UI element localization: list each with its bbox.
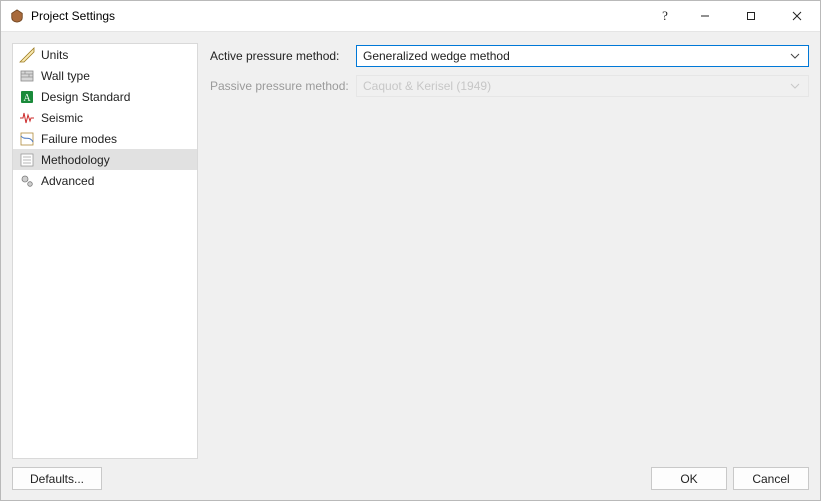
active-pressure-combo[interactable]: Generalized wedge method: [356, 45, 809, 67]
category-sidebar: Units Wall type A Design Standard: [12, 43, 198, 459]
app-icon: [9, 8, 25, 24]
cancel-button[interactable]: Cancel: [733, 467, 809, 490]
button-label: OK: [680, 472, 697, 486]
standard-icon: A: [19, 89, 35, 105]
button-label: Cancel: [752, 472, 789, 486]
sidebar-item-label: Advanced: [41, 174, 94, 188]
close-button[interactable]: [774, 1, 820, 31]
ok-button[interactable]: OK: [651, 467, 727, 490]
form-panel: Active pressure method: Generalized wedg…: [210, 43, 809, 459]
passive-pressure-row: Passive pressure method: Caquot & Kerise…: [210, 75, 809, 97]
methodology-icon: [19, 152, 35, 168]
sidebar-item-label: Methodology: [41, 153, 110, 167]
sidebar-item-label: Units: [41, 48, 68, 62]
svg-text:?: ?: [662, 9, 668, 23]
combo-value: Caquot & Kerisel (1949): [363, 79, 788, 93]
dialog-footer: Defaults... OK Cancel: [12, 467, 809, 490]
dialog-body: Units Wall type A Design Standard: [1, 32, 820, 500]
project-settings-window: Project Settings ? Units: [0, 0, 821, 501]
passive-pressure-combo: Caquot & Kerisel (1949): [356, 75, 809, 97]
titlebar: Project Settings ?: [1, 1, 820, 32]
sidebar-item-label: Failure modes: [41, 132, 117, 146]
gears-icon: [19, 173, 35, 189]
combo-value: Generalized wedge method: [363, 49, 788, 63]
failure-icon: [19, 131, 35, 147]
window-title: Project Settings: [31, 9, 115, 23]
chevron-down-icon: [788, 49, 802, 63]
sidebar-item-seismic[interactable]: Seismic: [13, 107, 197, 128]
sidebar-item-advanced[interactable]: Advanced: [13, 170, 197, 191]
ruler-icon: [19, 47, 35, 63]
sidebar-item-label: Seismic: [41, 111, 83, 125]
active-pressure-row: Active pressure method: Generalized wedg…: [210, 45, 809, 67]
sidebar-item-wall-type[interactable]: Wall type: [13, 65, 197, 86]
sidebar-item-label: Wall type: [41, 69, 90, 83]
content-area: Units Wall type A Design Standard: [12, 43, 809, 459]
maximize-button[interactable]: [728, 1, 774, 31]
passive-pressure-label: Passive pressure method:: [210, 79, 350, 93]
sidebar-item-label: Design Standard: [41, 90, 130, 104]
button-label: Defaults...: [30, 472, 84, 486]
svg-text:A: A: [23, 93, 31, 104]
chevron-down-icon: [788, 79, 802, 93]
sidebar-item-design-standard[interactable]: A Design Standard: [13, 86, 197, 107]
minimize-button[interactable]: [682, 1, 728, 31]
sidebar-item-failure-modes[interactable]: Failure modes: [13, 128, 197, 149]
help-button[interactable]: ?: [648, 1, 682, 31]
sidebar-item-units[interactable]: Units: [13, 44, 197, 65]
sidebar-item-methodology[interactable]: Methodology: [13, 149, 197, 170]
active-pressure-label: Active pressure method:: [210, 49, 350, 63]
wall-icon: [19, 68, 35, 84]
seismic-icon: [19, 110, 35, 126]
defaults-button[interactable]: Defaults...: [12, 467, 102, 490]
